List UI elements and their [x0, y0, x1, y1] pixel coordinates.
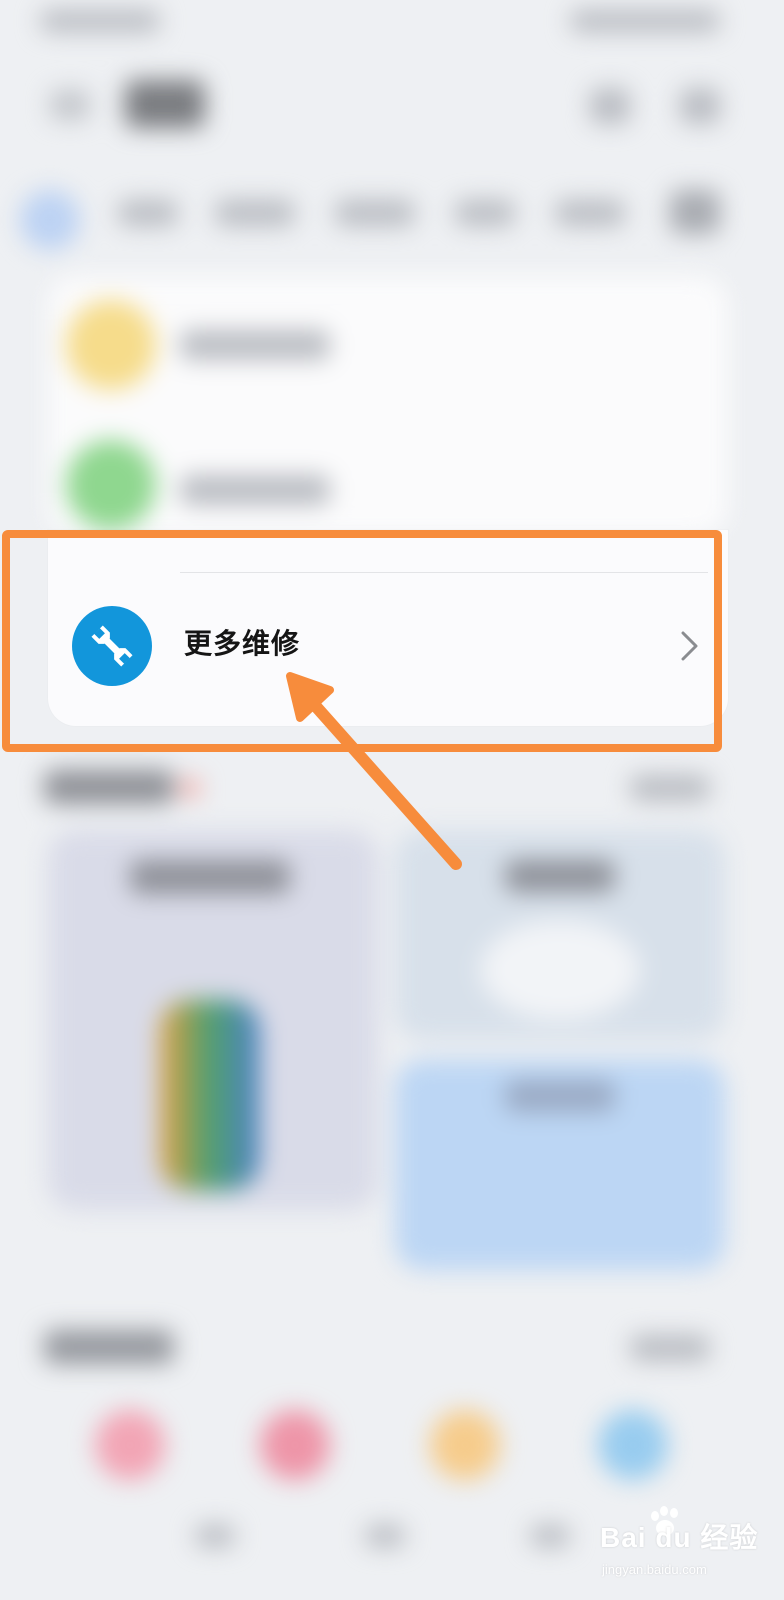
annotation-arrow	[286, 672, 462, 870]
highlight-box	[2, 530, 722, 752]
watermark-brand: Bai du 经验	[600, 1522, 759, 1553]
baidu-watermark: Bai du 经验 jingyan.baidu.com	[600, 1506, 770, 1586]
watermark-url: jingyan.baidu.com	[602, 1562, 707, 1577]
blurred-background	[0, 0, 784, 1600]
